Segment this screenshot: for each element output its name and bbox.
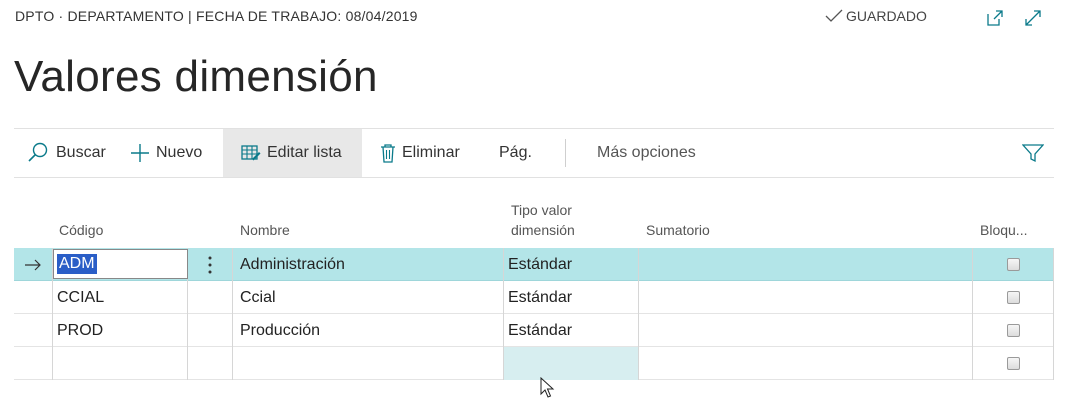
blocked-checkbox[interactable] bbox=[1006, 291, 1020, 304]
table-row[interactable] bbox=[14, 347, 1054, 380]
toolbar-divider bbox=[565, 139, 566, 167]
filter-icon bbox=[1022, 144, 1044, 163]
blocked-cell bbox=[973, 281, 1054, 314]
blocked-cell bbox=[973, 248, 1054, 281]
more-dots-icon bbox=[208, 256, 212, 273]
delete-button[interactable]: Eliminar bbox=[380, 129, 460, 177]
blocked-cell bbox=[973, 314, 1054, 347]
delete-button-label: Eliminar bbox=[402, 144, 460, 161]
code-cell[interactable]: PROD bbox=[52, 314, 188, 347]
page-menu-label: Pág. bbox=[499, 144, 532, 161]
row-indicator bbox=[14, 281, 52, 314]
grid-rows: ADM Administración Estándar CCIAL Ccial … bbox=[14, 248, 1054, 380]
blocked-checkbox[interactable] bbox=[1006, 357, 1020, 370]
type-cell[interactable]: Estándar bbox=[504, 281, 639, 314]
name-cell[interactable]: Producción bbox=[233, 314, 504, 347]
name-cell[interactable] bbox=[233, 347, 504, 380]
row-actions-cell[interactable] bbox=[188, 314, 233, 347]
row-indicator bbox=[14, 314, 52, 347]
column-header-type[interactable]: Tipo valor dimensión bbox=[511, 200, 575, 240]
row-indicator bbox=[14, 248, 52, 281]
open-new-window-icon[interactable] bbox=[983, 7, 1007, 29]
column-header-code[interactable]: Código bbox=[59, 220, 103, 240]
table-row[interactable]: ADM Administración Estándar bbox=[14, 248, 1054, 281]
check-icon bbox=[825, 9, 843, 22]
row-actions-button[interactable] bbox=[188, 248, 233, 281]
blocked-cell bbox=[973, 347, 1054, 380]
page-caption: DPTO · DEPARTAMENTO | FECHA DE TRABAJO: … bbox=[15, 8, 418, 24]
search-button[interactable]: Buscar bbox=[26, 129, 106, 177]
row-arrow-icon bbox=[25, 259, 41, 270]
new-button[interactable]: Nuevo bbox=[130, 129, 202, 177]
blocked-checkbox[interactable] bbox=[1006, 258, 1020, 271]
edit-list-icon bbox=[241, 145, 261, 161]
expand-icon[interactable] bbox=[1021, 7, 1045, 29]
column-header-name[interactable]: Nombre bbox=[240, 220, 290, 240]
edit-list-button-label: Editar lista bbox=[267, 144, 342, 161]
row-indicator bbox=[14, 347, 52, 380]
code-edit-value: ADM bbox=[57, 254, 97, 274]
plus-icon bbox=[131, 144, 149, 162]
column-header-blocked[interactable]: Bloqu... bbox=[980, 220, 1027, 240]
table-row[interactable]: CCIAL Ccial Estándar bbox=[14, 281, 1054, 314]
search-icon bbox=[28, 142, 48, 162]
edit-list-button[interactable]: Editar lista bbox=[223, 129, 362, 177]
sum-cell[interactable] bbox=[639, 314, 973, 347]
search-button-label: Buscar bbox=[56, 144, 106, 161]
blocked-checkbox[interactable] bbox=[1006, 324, 1020, 337]
trash-icon bbox=[381, 144, 395, 163]
page-title: Valores dimensión bbox=[14, 52, 378, 101]
sum-cell[interactable] bbox=[639, 248, 973, 281]
name-cell[interactable]: Ccial bbox=[233, 281, 504, 314]
sum-cell[interactable] bbox=[639, 281, 973, 314]
table-row[interactable]: PROD Producción Estándar bbox=[14, 314, 1054, 347]
sum-cell[interactable] bbox=[639, 347, 973, 380]
row-actions-cell[interactable] bbox=[188, 281, 233, 314]
filter-button[interactable] bbox=[1022, 129, 1050, 177]
type-cell[interactable]: Estándar bbox=[504, 248, 639, 281]
type-cell[interactable] bbox=[504, 347, 639, 380]
code-cell[interactable] bbox=[52, 347, 188, 380]
name-cell[interactable]: Administración bbox=[233, 248, 504, 281]
saved-status: GUARDADO bbox=[825, 8, 927, 24]
column-header-sum[interactable]: Sumatorio bbox=[646, 220, 710, 240]
type-cell[interactable]: Estándar bbox=[504, 314, 639, 347]
action-bar: Buscar Nuevo Editar lista Eliminar Pág. … bbox=[14, 128, 1054, 178]
mouse-cursor-icon bbox=[540, 377, 555, 398]
more-options-label: Más opciones bbox=[597, 144, 696, 161]
new-button-label: Nuevo bbox=[156, 144, 203, 161]
code-cell[interactable]: CCIAL bbox=[52, 281, 188, 314]
more-options-button[interactable]: Más opciones bbox=[597, 129, 696, 177]
page-menu-button[interactable]: Pág. bbox=[499, 129, 532, 177]
row-actions-cell[interactable] bbox=[188, 347, 233, 380]
code-edit-input[interactable]: ADM bbox=[53, 249, 188, 279]
saved-status-label: GUARDADO bbox=[846, 8, 927, 24]
top-bar: DPTO · DEPARTAMENTO | FECHA DE TRABAJO: … bbox=[15, 8, 1068, 28]
